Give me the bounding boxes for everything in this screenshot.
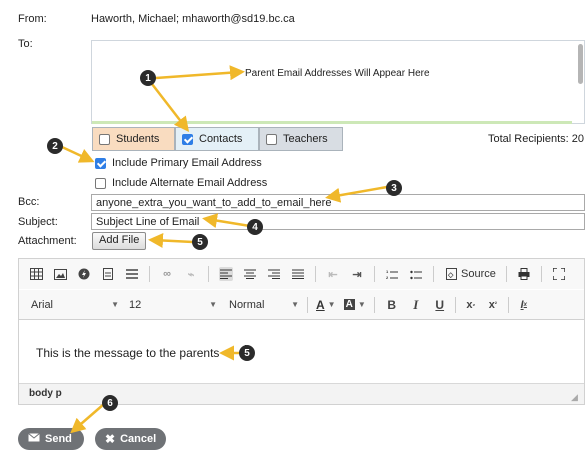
step-badge: 5 <box>239 345 255 361</box>
annotation-arrows <box>61 65 388 434</box>
step-badge: 2 <box>47 138 63 154</box>
annotation-arrow <box>70 403 105 434</box>
annotation-arrow <box>151 83 190 132</box>
annotation-arrow <box>325 185 388 203</box>
step-badge: 4 <box>247 219 263 235</box>
step-badge: 6 <box>102 395 118 411</box>
step-badge: 5 <box>192 234 208 250</box>
annotation-arrow <box>61 145 95 163</box>
step-badge: 1 <box>140 70 156 86</box>
step-badge: 3 <box>386 180 402 196</box>
annotation-arrow <box>202 213 251 229</box>
annotation-arrow <box>155 65 245 81</box>
annotation-arrow <box>148 233 194 248</box>
